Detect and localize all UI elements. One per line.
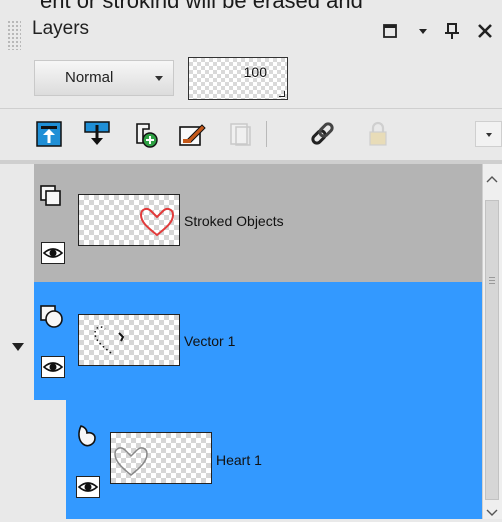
clipped-text-above: ent or stroking will be erased and: [0, 0, 502, 8]
clipped-text: ent or stroking will be erased and: [40, 0, 363, 8]
drag-grip-icon[interactable]: [7, 20, 21, 50]
scroll-grip-line: [489, 280, 495, 281]
shape-object-icon: [75, 424, 99, 448]
layer-thumbnail: [78, 194, 180, 246]
dropdown-icon[interactable]: [412, 20, 434, 42]
opacity-value: 100: [243, 64, 267, 80]
chevron-down-icon: [155, 76, 163, 81]
blend-mode-value: Normal: [65, 69, 114, 86]
vector-layer-icon: [39, 304, 63, 328]
toolbar-separator: [266, 121, 267, 147]
move-layer-down-icon[interactable]: [84, 121, 110, 147]
panel-title: Layers: [32, 18, 90, 39]
collapse-arrow-icon[interactable]: [12, 339, 24, 357]
scroll-down-icon[interactable]: [486, 504, 498, 522]
layer-list: Stroked Objects Vector 1 Heart 1: [0, 164, 482, 519]
layer-row-vector-1[interactable]: Vector 1: [34, 282, 482, 400]
eye-icon[interactable]: [76, 476, 100, 498]
add-vector-layer-icon[interactable]: [131, 121, 158, 148]
scroll-grip-line: [489, 283, 495, 284]
layer-row-heart-1[interactable]: Heart 1: [66, 400, 482, 519]
eye-icon[interactable]: [41, 242, 65, 264]
pin-icon[interactable]: [441, 20, 463, 42]
layer-thumbnail: [78, 314, 180, 366]
close-icon[interactable]: [474, 20, 496, 42]
scroll-grip-line: [489, 277, 495, 278]
layer-thumbnail: [110, 432, 212, 484]
opacity-field[interactable]: 100: [188, 57, 288, 100]
panel-titlebar[interactable]: Layers: [0, 8, 502, 52]
resize-corner-icon: [279, 91, 285, 97]
layer-name: Stroked Objects: [184, 213, 284, 229]
lock-icon: [365, 121, 391, 147]
eye-icon[interactable]: [41, 356, 65, 378]
scroll-up-icon[interactable]: [486, 170, 498, 188]
layer-name: Vector 1: [184, 333, 236, 349]
layer-row-stroked-objects[interactable]: Stroked Objects: [34, 164, 482, 282]
layer-name: Heart 1: [216, 452, 262, 468]
scrollbar-thumb[interactable]: [485, 200, 499, 500]
toolbar-overflow-button[interactable]: [475, 121, 502, 147]
group-layer-icon: [39, 184, 63, 208]
layer-mask-icon: [228, 121, 254, 147]
maximize-icon[interactable]: [379, 20, 401, 42]
blend-mode-dropdown[interactable]: Normal: [34, 60, 174, 96]
link-icon[interactable]: [308, 121, 334, 147]
move-layer-up-icon[interactable]: [36, 121, 62, 147]
edit-layer-icon[interactable]: [178, 121, 206, 147]
divider: [0, 108, 502, 109]
